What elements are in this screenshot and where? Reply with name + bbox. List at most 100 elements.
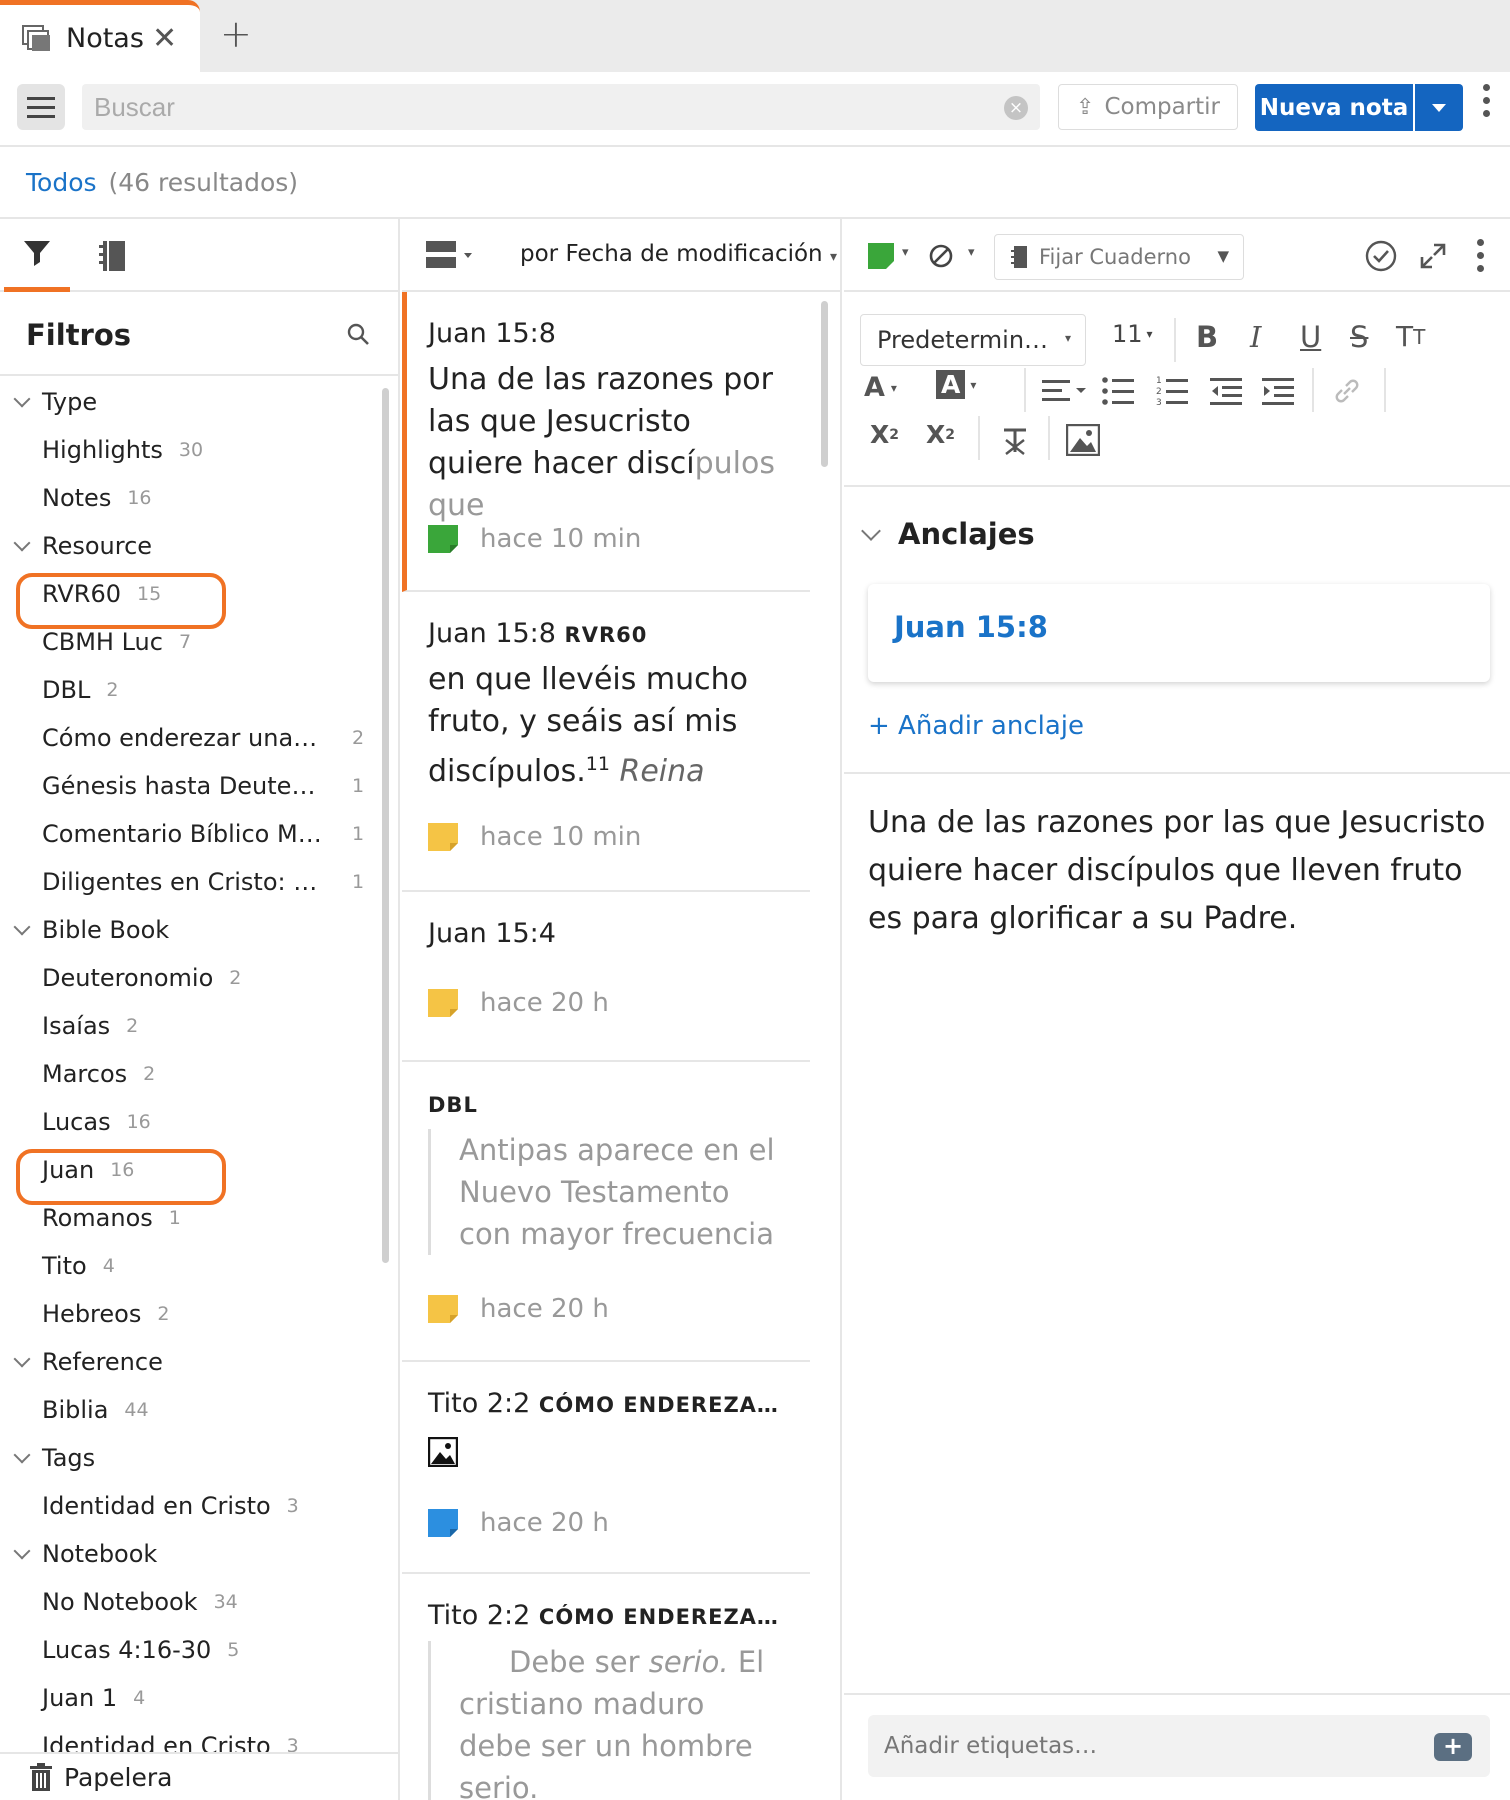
filter-item-como-enderezar[interactable]: Cómo enderezar una ig… 2 [0,714,364,762]
filter-item-marcos[interactable]: Marcos 2 [0,1050,380,1098]
filter-item-notes[interactable]: Notes 16 [0,474,380,522]
filter-item-biblia[interactable]: Biblia 44 [0,1386,380,1434]
filter-group-type[interactable]: Type [0,378,380,426]
filters-scrollbar[interactable] [382,388,389,1263]
trash-button[interactable]: Papelera [0,1752,398,1800]
italic-icon[interactable]: I [1250,320,1261,354]
strikethrough-icon[interactable]: S [1350,320,1368,354]
anchor-link[interactable]: Juan 15:8 [868,584,1490,682]
close-icon[interactable]: ✕ [152,21,177,56]
filter-item-romanos[interactable]: Romanos 1 [0,1194,380,1242]
text-size-icon[interactable]: TT [1396,320,1425,353]
filter-group-notebook[interactable]: Notebook [0,1530,380,1578]
new-note-dropdown[interactable] [1415,84,1463,131]
expand-icon[interactable] [1418,241,1448,271]
note-card[interactable]: Juan 15:4 hace 20 h [402,892,810,1062]
underline-icon[interactable]: U [1300,320,1321,354]
filter-item-cbmh-luc[interactable]: CBMH Luc 7 [0,618,380,666]
indent-icon[interactable] [1262,376,1294,406]
filter-group-bible-book[interactable]: Bible Book [0,906,380,954]
share-button[interactable]: ⇪ Compartir [1058,84,1238,130]
filter-item-no-notebook[interactable]: No Notebook 34 [0,1578,380,1626]
filters-header: Filtros [0,292,398,376]
filter-item-tito[interactable]: Tito 4 [0,1242,380,1290]
filter-item-lucas-4[interactable]: Lucas 4:16-30 5 [0,1626,380,1674]
tags-input[interactable]: Añadir etiquetas… + [868,1715,1490,1777]
add-anchor-link[interactable]: + Añadir anclaje [868,711,1084,741]
note-card[interactable]: DBL Antipas aparece en el Nuevo Testamen… [402,1062,810,1362]
note-card[interactable]: Juan 15:8 RVR60 en que llevéis mucho fru… [402,592,810,892]
text-color-icon[interactable]: A ▾ [864,372,897,403]
filter-item-lucas[interactable]: Lucas 16 [0,1098,380,1146]
subscript-icon[interactable]: X2 [870,420,899,449]
notebook-icon [99,240,125,271]
search-input[interactable] [82,84,962,130]
filter-item-identidad-tag[interactable]: Identidad en Cristo 3 [0,1482,380,1530]
bold-icon[interactable]: B [1196,320,1218,354]
insert-image-icon[interactable] [1066,424,1100,456]
add-tab-icon[interactable]: + [220,12,252,56]
filter-item-comentario[interactable]: Comentario Bíblico Mu… 1 [0,810,364,858]
more-options-icon[interactable] [1482,84,1490,117]
card-title: Tito 2:2 CÓMO ENDEREZA… [428,1388,779,1419]
tab-notebooks[interactable] [84,219,140,292]
filter-item-highlights[interactable]: Highlights 30 [0,426,380,474]
no-style-icon[interactable] [928,243,954,269]
outdent-icon[interactable] [1210,376,1242,406]
check-circle-icon[interactable] [1364,239,1398,273]
highlight-color-icon[interactable]: A ▾ [936,370,976,399]
chevron-down-icon[interactable]: ▾ [902,245,909,260]
filter-item-juan-1[interactable]: Juan 14 [0,1674,380,1722]
card-text: en que llevéis mucho fruto, y seáis así … [428,662,748,789]
note-color-icon[interactable] [868,243,894,269]
sort-dropdown[interactable]: por Fecha de modificación ▾ [520,241,837,267]
note-yellow-icon [428,823,458,851]
link-icon[interactable] [1334,378,1360,404]
notes-stack-icon [22,24,50,51]
layout-toggle-icon[interactable] [426,241,474,271]
note-body-text[interactable]: Una de las razones por las que Jesucrist… [868,799,1494,943]
menu-button[interactable] [17,84,65,130]
filter-item-juan[interactable]: Juan 16 [0,1146,380,1205]
clear-search-icon[interactable]: × [1004,96,1028,120]
trash-icon [30,1763,52,1791]
chevron-down-icon [13,1542,31,1560]
note-card[interactable]: Tito 2:2 CÓMO ENDEREZA… Debe ser serio. … [402,1574,810,1800]
filter-icon [24,241,50,266]
filter-group-reference[interactable]: Reference [0,1338,380,1386]
more-options-icon[interactable] [1476,239,1484,272]
filter-item-hebreos[interactable]: Hebreos 2 [0,1290,380,1338]
new-note-button[interactable]: Nueva nota [1255,84,1413,131]
clear-format-icon[interactable] [1000,426,1030,456]
card-title: Juan 15:8 RVR60 [428,618,648,649]
anchors-header[interactable]: Anclajes [861,517,1035,551]
breadcrumb-all-link[interactable]: Todos [26,168,97,197]
tab-notas[interactable]: Notas ✕ [0,0,200,72]
tab-filters[interactable] [4,219,70,292]
editor-toolbar: ▾ ▾ Fijar Cuaderno ▼ [844,219,1510,292]
filter-item-isaias[interactable]: Isaías 2 [0,1002,380,1050]
add-tag-icon[interactable]: + [1434,1733,1472,1761]
filter-item-deuteronomio[interactable]: Deuteronomio 2 [0,954,380,1002]
filter-item-diligentes[interactable]: Diligentes en Cristo: Est…1 [0,858,364,906]
filter-item-genesis[interactable]: Génesis hasta Deutero… 1 [0,762,364,810]
search-icon[interactable] [346,322,370,346]
filter-group-resource[interactable]: Resource [0,522,380,570]
filter-item-rvr60[interactable]: RVR60 15 [0,570,380,629]
breadcrumb: Todos (46 resultados) [0,147,1510,219]
notebook-select[interactable]: Fijar Cuaderno ▼ [994,234,1244,280]
align-icon[interactable] [1042,378,1088,404]
filter-group-tags[interactable]: Tags [0,1434,380,1482]
font-family-select[interactable]: Predetermin… ▾ [860,314,1086,366]
numbered-list-icon[interactable]: 123 [1156,374,1188,406]
image-icon [427,1436,459,1468]
note-card[interactable]: Juan 15:8 Una de las razones por las que… [402,292,810,592]
bullet-list-icon[interactable] [1102,376,1134,406]
notebook-icon [1011,246,1027,268]
list-scrollbar[interactable] [821,301,828,467]
note-card[interactable]: Tito 2:2 CÓMO ENDEREZA… hace 20 h [402,1362,810,1574]
chevron-down-icon[interactable]: ▾ [968,245,975,260]
filter-item-dbl[interactable]: DBL 2 [0,666,380,714]
superscript-icon[interactable]: X2 [926,420,955,449]
font-size-select[interactable]: 11 ▾ [1112,320,1153,348]
